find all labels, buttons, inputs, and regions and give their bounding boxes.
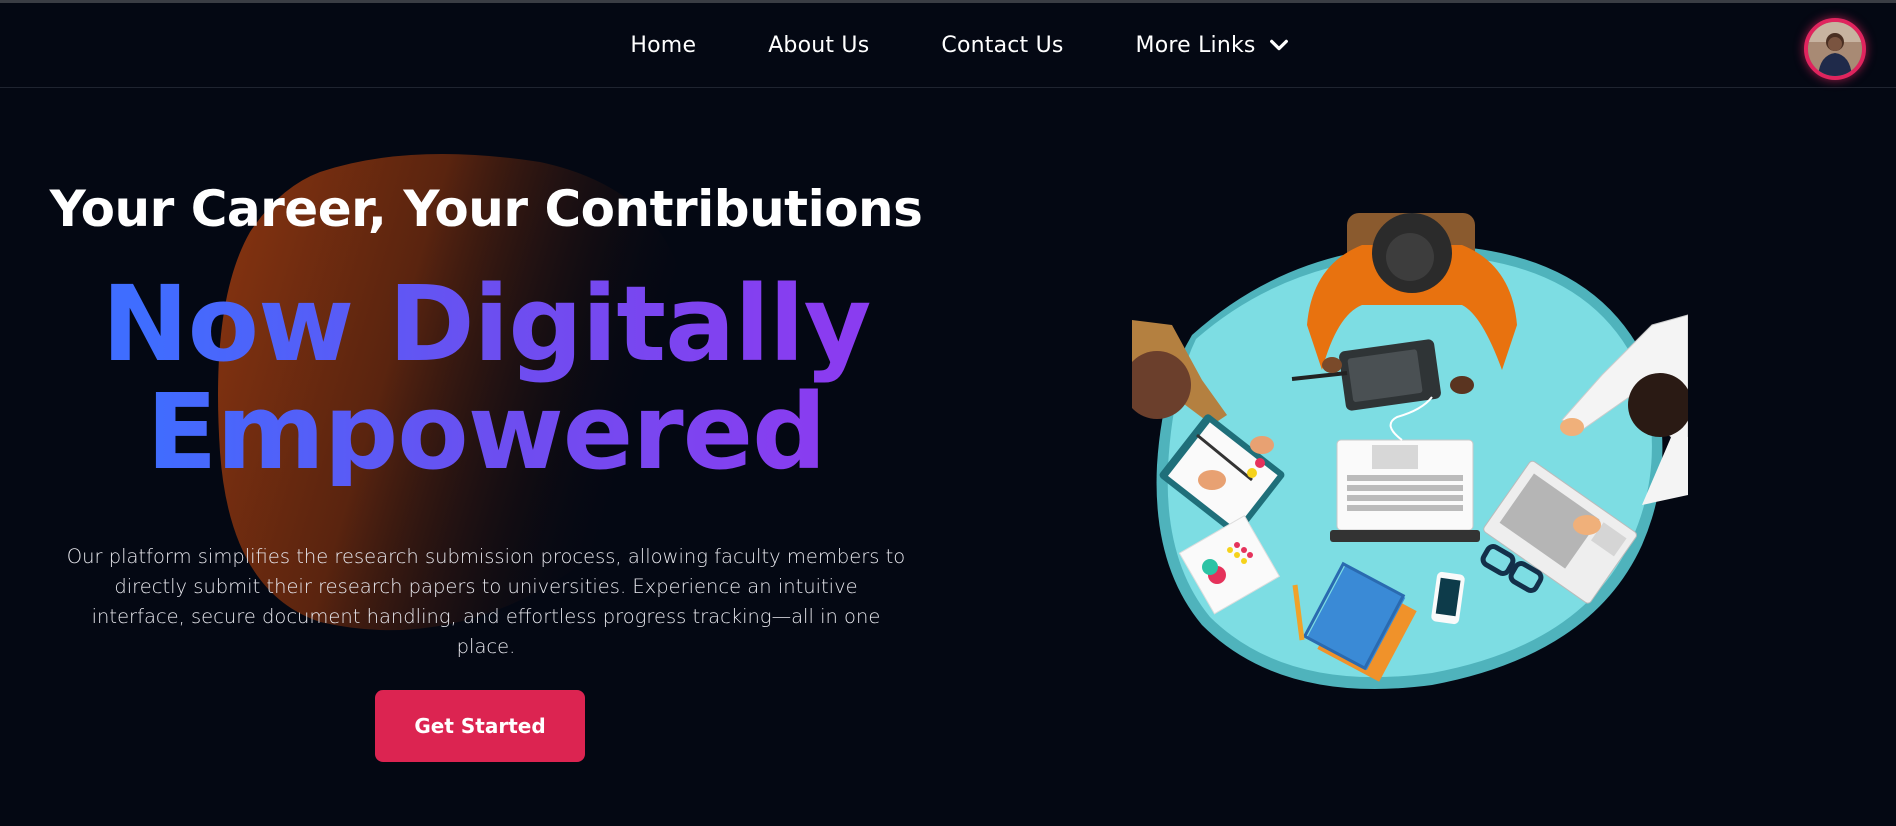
nav-links: Home About Us Contact Us More Links [0,3,1896,87]
hero-accent-heading: Now Digitally Empowered [0,270,972,486]
nav-home-link[interactable]: Home [630,33,696,58]
nav-about-link[interactable]: About Us [768,33,869,58]
get-started-button[interactable]: Get Started [375,690,585,762]
top-navbar: Home About Us Contact Us More Links [0,3,1896,88]
team-meeting-illustration [1132,213,1688,689]
more-links-dropdown[interactable]: More Links [1136,33,1290,58]
hero-description: Our platform simplifies the research sub… [66,545,906,658]
more-links-label: More Links [1135,32,1256,58]
hero-title: Your Career, Your Contributions [49,180,923,238]
user-avatar-icon [1808,22,1862,76]
chevron-down-icon [1269,39,1288,51]
profile-avatar[interactable] [1804,18,1866,80]
hero-accent-line-2: Empowered [146,371,826,493]
nav-contact-link[interactable]: Contact Us [941,33,1063,58]
hero-accent-line-1: Now Digitally [101,263,871,385]
